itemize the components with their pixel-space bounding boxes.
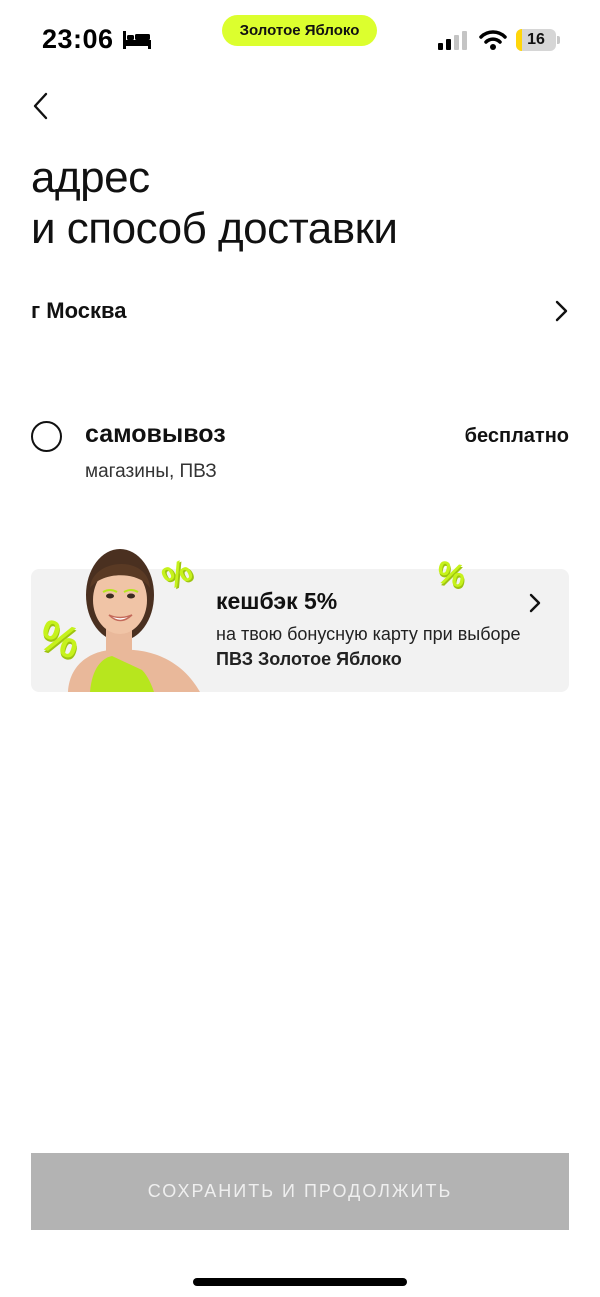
page-title-line-2: и способ доставки [31,204,398,253]
wifi-icon [479,30,507,50]
cashback-text-bold: ПВЗ Золотое Яблоко [216,649,402,669]
chevron-right-icon [555,300,568,322]
cashback-text: на твою бонусную карту при выборе [216,624,521,644]
back-button[interactable] [22,86,58,126]
chevron-right-icon [529,593,541,613]
home-indicator [193,1278,407,1286]
battery-level: 16 [527,31,545,48]
pickup-radio[interactable] [31,421,62,452]
chevron-left-icon [33,92,48,120]
city-label: г Москва [31,298,127,323]
status-time: 23:06 [42,24,114,54]
pickup-price: бесплатно [464,425,569,447]
city-selector[interactable]: г Москва [31,290,571,332]
app-pill[interactable]: Золотое Яблоко [222,15,377,46]
status-bar: 23:06 Золотое Яблоко 16 [0,0,600,80]
page-title: адрес и способ доставки [31,152,571,254]
pickup-title[interactable]: самовывоз [85,420,226,449]
battery-icon: 16 [516,29,560,51]
page-title-line-1: адрес [31,153,150,202]
bed-icon [123,31,151,49]
signal-icon [438,31,467,50]
cashback-title: кешбэк 5% [216,588,338,614]
pickup-subtitle: магазины, ПВЗ [85,461,217,482]
save-continue-button[interactable]: СОХРАНИТЬ И ПРОДОЛЖИТЬ [31,1153,569,1230]
